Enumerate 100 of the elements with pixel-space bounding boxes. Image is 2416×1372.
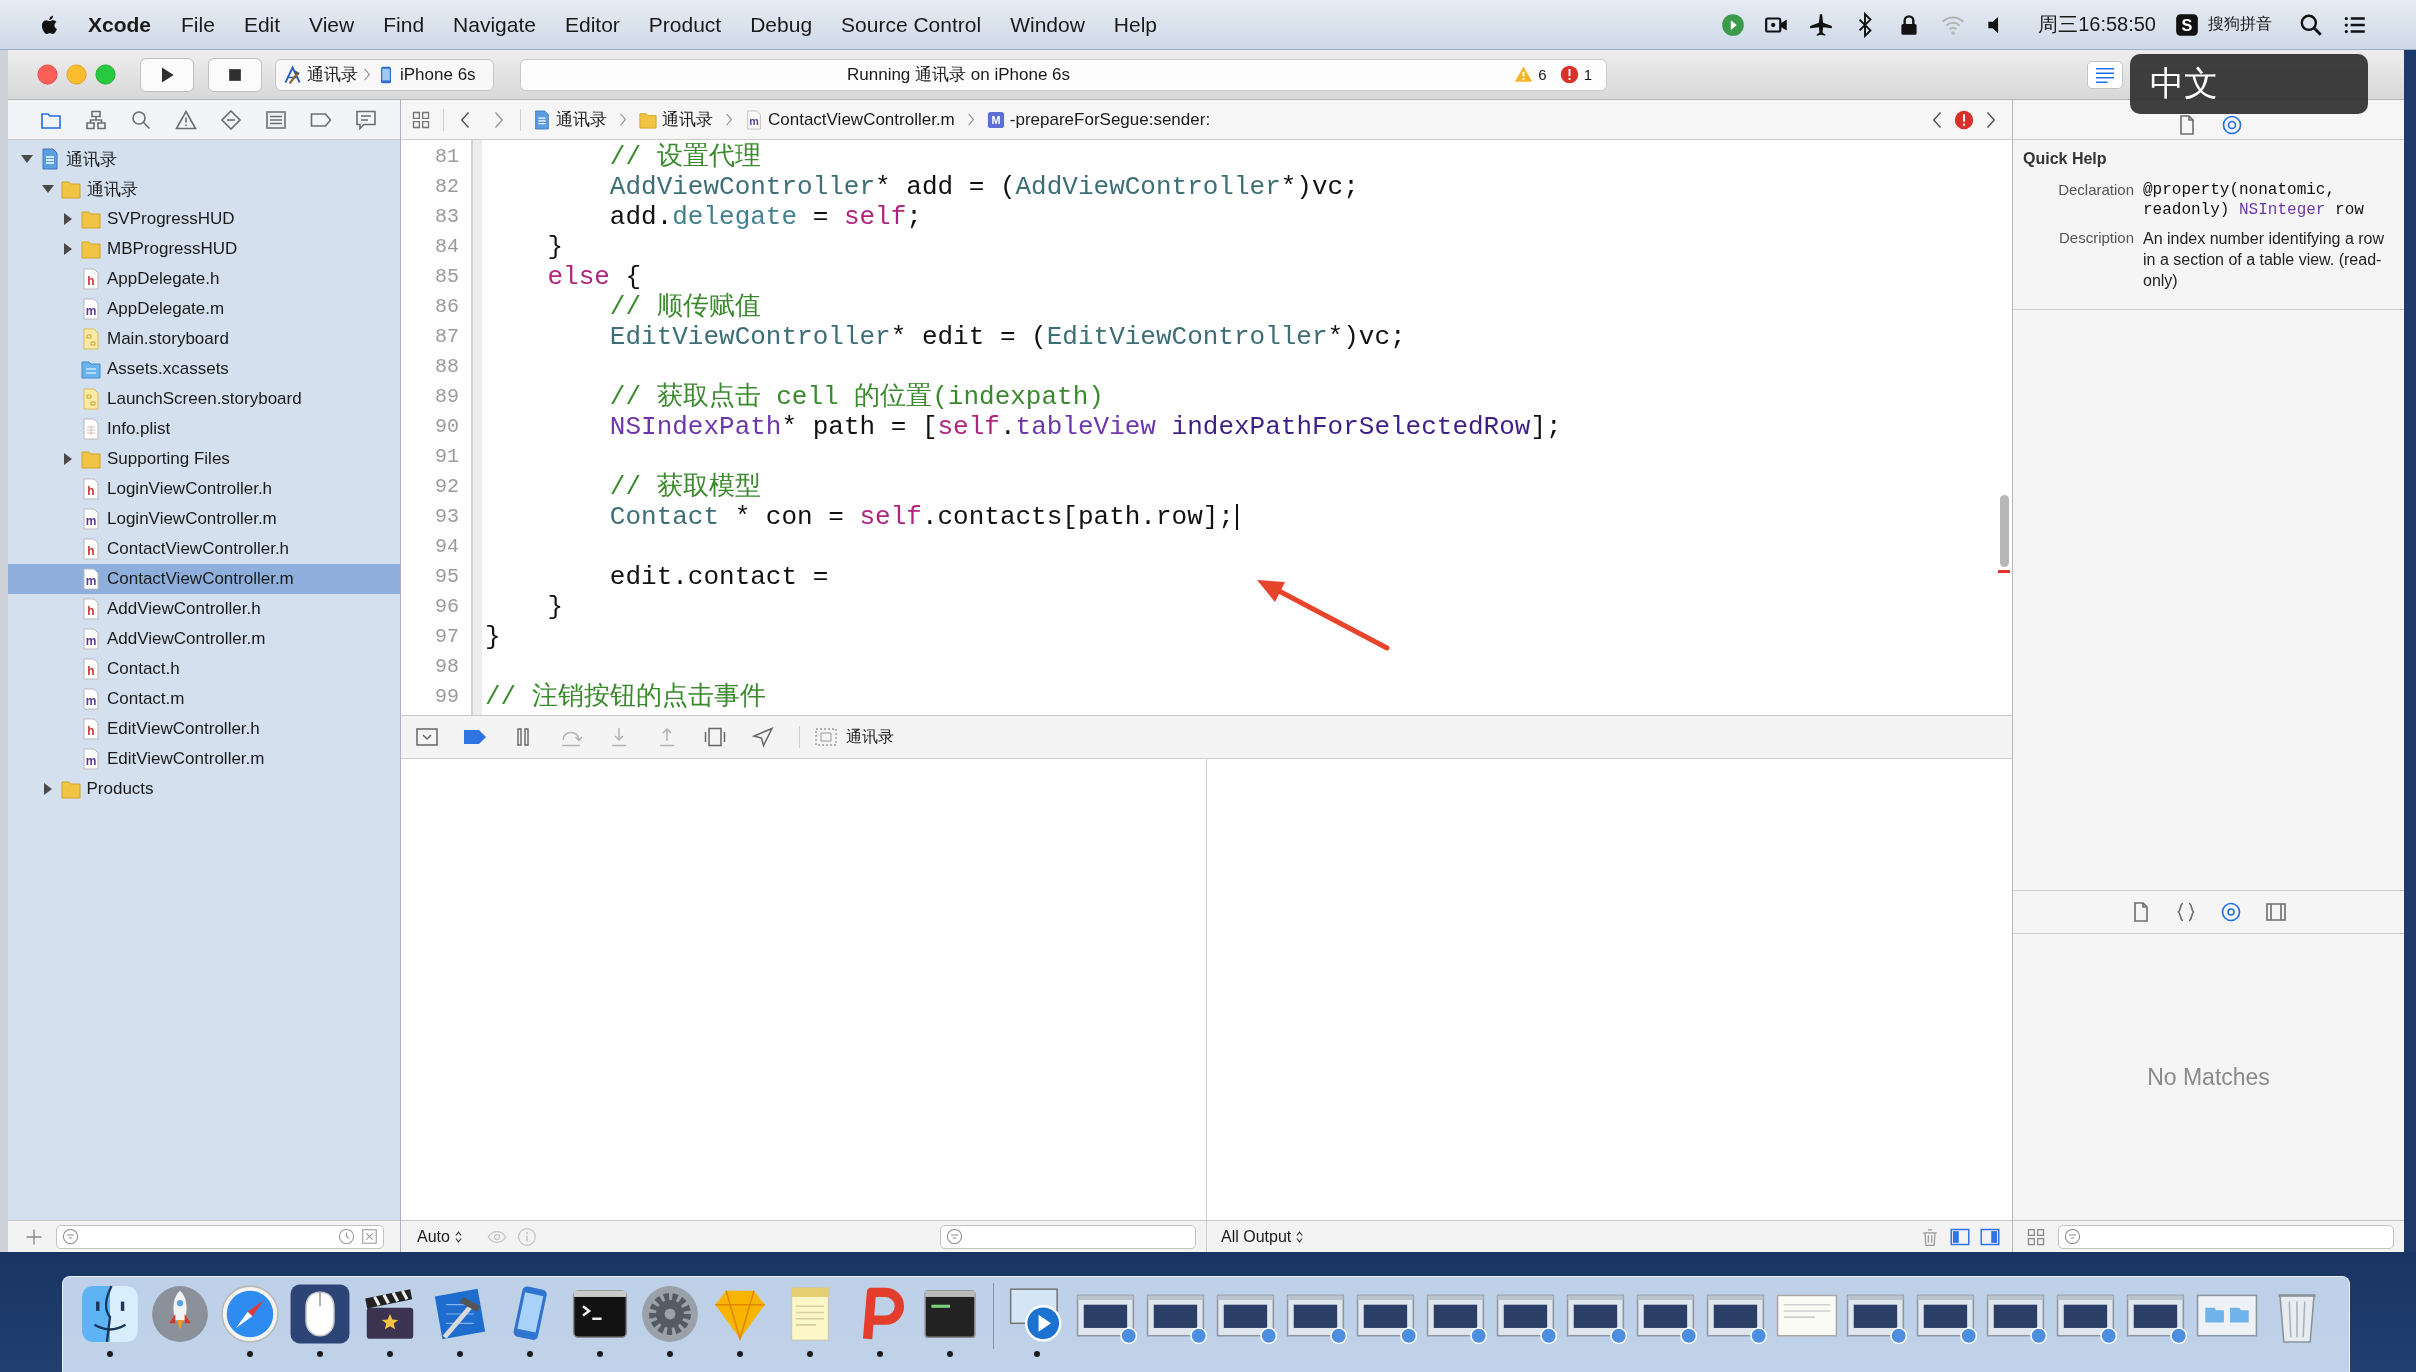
activity-status: Running 通讯录 on iPhone 6s <box>847 64 1071 86</box>
left-pane-icon[interactable] <box>1950 1226 1970 1247</box>
mouse-icon[interactable] <box>289 1283 351 1345</box>
jump-bar-item[interactable]: m ContactViewController.m <box>745 109 955 130</box>
error-icon[interactable] <box>1954 109 1974 130</box>
filter-field[interactable] <box>940 1224 1196 1249</box>
navigator-item[interactable]: SVProgressHUD <box>8 204 400 234</box>
navigator-item[interactable]: m EditViewController.m <box>8 744 400 774</box>
text-lines-icon <box>2094 65 2116 84</box>
standard-editor-button[interactable] <box>2087 60 2123 89</box>
scope-popup-button[interactable]: Auto <box>417 1227 463 1246</box>
menu-item[interactable]: Window <box>1010 12 1085 37</box>
diamond-icon[interactable] <box>220 109 242 130</box>
rocket-icon[interactable] <box>149 1283 211 1345</box>
navigator-item[interactable]: m Contact.m <box>8 684 400 714</box>
header-file-icon: h <box>81 658 101 680</box>
menu-item[interactable]: Product <box>648 12 722 37</box>
header-file-icon: h <box>81 268 101 290</box>
navigator-item[interactable]: h EditViewController.h <box>8 714 400 744</box>
grid-icon[interactable] <box>411 109 431 130</box>
device-button[interactable]: iPhone 6s <box>376 64 476 85</box>
braces-icon[interactable] <box>2175 902 2197 922</box>
menu-bar-clock[interactable]: 周三16:58:50 <box>2038 11 2156 38</box>
breakpoints-toggle-icon[interactable] <box>463 727 487 747</box>
stop-button[interactable] <box>208 57 262 92</box>
navigator-item[interactable]: h ContactViewController.h <box>8 534 400 564</box>
hierarchy-icon[interactable] <box>85 109 107 130</box>
jump-bar-item[interactable]: 通讯录 <box>533 108 607 131</box>
line-number: 94 <box>435 534 459 560</box>
play-circle-icon[interactable] <box>1720 11 1747 38</box>
folder-icon <box>60 178 81 200</box>
jump-bar-item[interactable]: M -prepareForSegue:sender: <box>986 109 1211 130</box>
close-box-icon[interactable] <box>361 1228 378 1245</box>
line-number: 89 <box>435 384 459 410</box>
navigator-item[interactable]: h AddViewController.h <box>8 594 400 624</box>
output-popup-button[interactable]: All Output <box>1221 1227 1305 1246</box>
menu-item[interactable]: Source Control <box>841 12 982 37</box>
input-method-name[interactable]: 搜狗拼音 <box>2208 14 2272 35</box>
line-number: 83 <box>435 204 459 230</box>
menu-item[interactable]: Debug <box>750 12 813 37</box>
navigator-item[interactable]: h Contact.h <box>8 654 400 684</box>
close-window-button[interactable] <box>37 64 58 85</box>
filter-field[interactable] <box>56 1224 384 1249</box>
navigator-item[interactable]: LaunchScreen.storyboard <box>8 384 400 414</box>
stacked-views-icon[interactable] <box>703 727 727 747</box>
menu-item[interactable]: Navigate <box>453 12 536 37</box>
navigator-item[interactable]: Supporting Files <box>8 444 400 474</box>
target-icon[interactable] <box>2220 902 2242 922</box>
source-file-icon: m <box>81 568 101 590</box>
navigator-item[interactable]: MBProgressHUD <box>8 234 400 264</box>
debug-area-toggle-icon[interactable] <box>415 727 439 747</box>
folder-icon <box>60 778 81 800</box>
chevron-icon <box>363 67 371 82</box>
location-arrow-icon[interactable] <box>751 727 775 747</box>
filter-field[interactable] <box>2058 1224 2394 1249</box>
navigator-item[interactable]: 通讯录 <box>8 174 400 204</box>
menu-item[interactable]: File <box>181 12 215 37</box>
speech-bubble-icon[interactable] <box>355 109 377 130</box>
scheme-button[interactable]: 通讯录 <box>283 63 358 86</box>
asset-catalog-icon <box>81 358 101 380</box>
menu-item[interactable]: Help <box>1113 12 1158 37</box>
warning-count[interactable]: 6 <box>1538 66 1547 83</box>
scrollbar-thumb[interactable] <box>1999 495 2009 567</box>
input-method-icon[interactable]: S <box>2174 11 2200 38</box>
run-button[interactable] <box>140 57 194 92</box>
navigator-item[interactable]: Assets.xcassets <box>8 354 400 384</box>
navigator-item[interactable]: m AddViewController.m <box>8 624 400 654</box>
navigator-item[interactable]: h LoginViewController.h <box>8 474 400 504</box>
menu-item[interactable]: Xcode <box>88 12 152 37</box>
compass-icon[interactable] <box>219 1283 281 1345</box>
navigator-item[interactable]: Products <box>8 774 400 804</box>
clock-icon[interactable] <box>338 1228 355 1245</box>
navigator-item[interactable]: Main.storyboard <box>8 324 400 354</box>
line-number: 90 <box>435 414 459 440</box>
method-icon: M <box>986 109 1005 130</box>
error-count[interactable]: 1 <box>1583 66 1592 83</box>
right-pane-icon[interactable] <box>1980 1226 2000 1247</box>
menu-item[interactable]: Edit <box>243 12 281 37</box>
ring-icon[interactable] <box>2221 115 2243 135</box>
trash-icon[interactable] <box>1920 1226 1940 1247</box>
menu-item[interactable]: Editor <box>564 12 620 37</box>
grid-icon[interactable] <box>2026 1226 2046 1247</box>
warning-icon[interactable] <box>175 109 197 130</box>
filter-icon <box>62 1228 79 1245</box>
face-icon[interactable] <box>79 1283 141 1345</box>
airplane-icon[interactable] <box>1808 11 1835 38</box>
process-name[interactable]: 通讯录 <box>846 726 894 748</box>
jump-bar-item[interactable]: 通讯录 <box>639 108 713 131</box>
gear-icon[interactable] <box>639 1283 701 1345</box>
film-frame-icon[interactable] <box>2265 902 2287 922</box>
navigator-item[interactable]: 通讯录 <box>8 144 400 174</box>
menu-item[interactable]: Find <box>383 12 425 37</box>
navigator-item[interactable]: h AppDelegate.h <box>8 264 400 294</box>
line-number: 93 <box>435 504 459 530</box>
navigator-item[interactable]: m LoginViewController.m <box>8 504 400 534</box>
menu-item[interactable]: View <box>309 12 355 37</box>
navigator-item[interactable]: Info.plist <box>8 414 400 444</box>
source-file-icon: m <box>81 298 101 320</box>
navigator-item[interactable]: m AppDelegate.m <box>8 294 400 324</box>
navigator-item[interactable]: m ContactViewController.m <box>8 564 400 594</box>
